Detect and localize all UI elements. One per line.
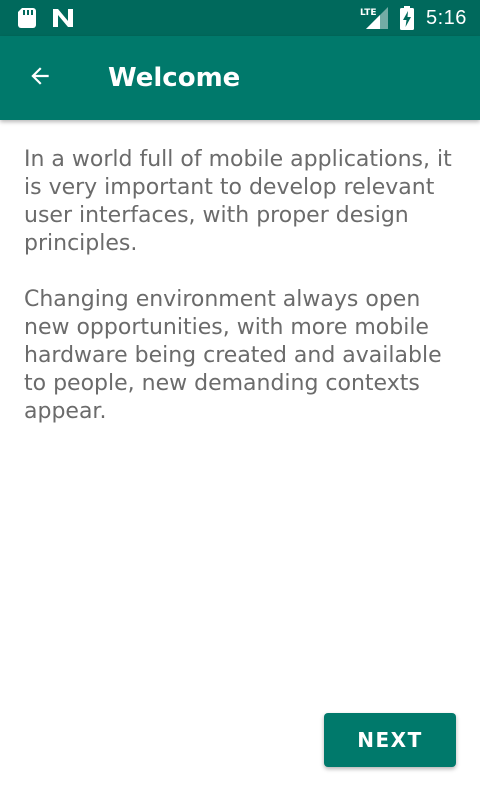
status-time: 5:16 [426,7,467,29]
network-type-label: LTE [360,8,377,18]
lte-signal-icon: LTE [360,6,390,35]
intro-paragraph: In a world full of mobile applications, … [24,147,452,256]
welcome-content: In a world full of mobile applications, … [24,146,456,454]
n-icon [52,8,74,33]
sd-card-icon [18,8,36,33]
page-title: Welcome [108,63,241,93]
battery-charging-icon [400,6,414,35]
arrow-back-icon [27,63,53,94]
context-paragraph: Changing environment always open new opp… [24,287,442,424]
app-bar: Welcome [0,36,480,120]
next-button[interactable]: NEXT [324,713,456,767]
status-bar: LTE 5:16 [0,0,480,36]
back-button[interactable] [16,54,64,102]
